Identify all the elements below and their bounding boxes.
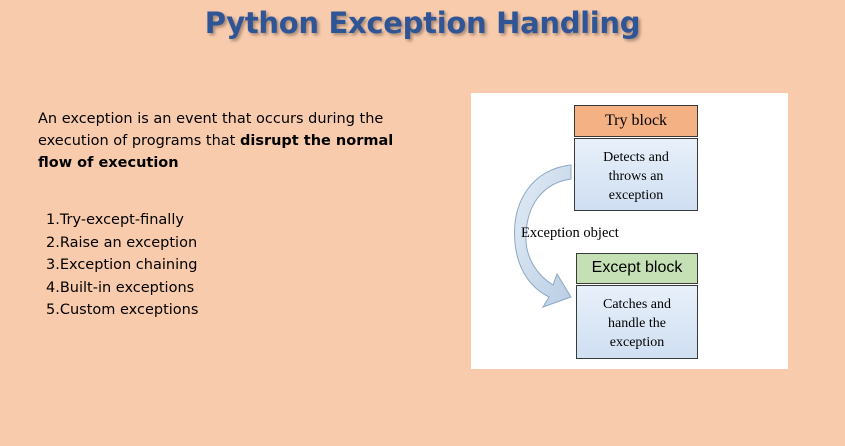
intro-paragraph: An exception is an event that occurs dur… xyxy=(38,108,398,174)
list-item: 4.Built-in exceptions xyxy=(46,279,195,296)
except-block-description: Catches and handle the exception xyxy=(576,285,698,359)
exception-object-label: Exception object xyxy=(521,225,619,241)
list-item: 3.Exception chaining xyxy=(46,257,198,273)
topic-list: 1.Try-except-finally 2.Raise an exceptio… xyxy=(46,209,198,322)
exception-flow-diagram: Try block Detects and throws an exceptio… xyxy=(471,93,788,369)
list-item: 1.Try-except-finally xyxy=(46,212,184,228)
except-desc-line: exception xyxy=(609,335,665,350)
try-desc-line: Detects and xyxy=(603,150,669,165)
page-title: Python Exception Handling xyxy=(204,6,641,40)
list-item: 2.Raise an exception xyxy=(46,234,198,251)
list-item: 5.Custom exceptions xyxy=(46,302,199,318)
try-block-description: Detects and throws an exception xyxy=(574,138,698,211)
except-desc-line: Catches and xyxy=(602,297,672,312)
try-block-header: Try block xyxy=(574,105,698,137)
try-desc-line: throws an xyxy=(608,169,664,184)
except-desc-line: handle the xyxy=(608,316,666,331)
except-block-header: Except block xyxy=(576,253,698,284)
try-desc-line: exception xyxy=(608,188,664,203)
